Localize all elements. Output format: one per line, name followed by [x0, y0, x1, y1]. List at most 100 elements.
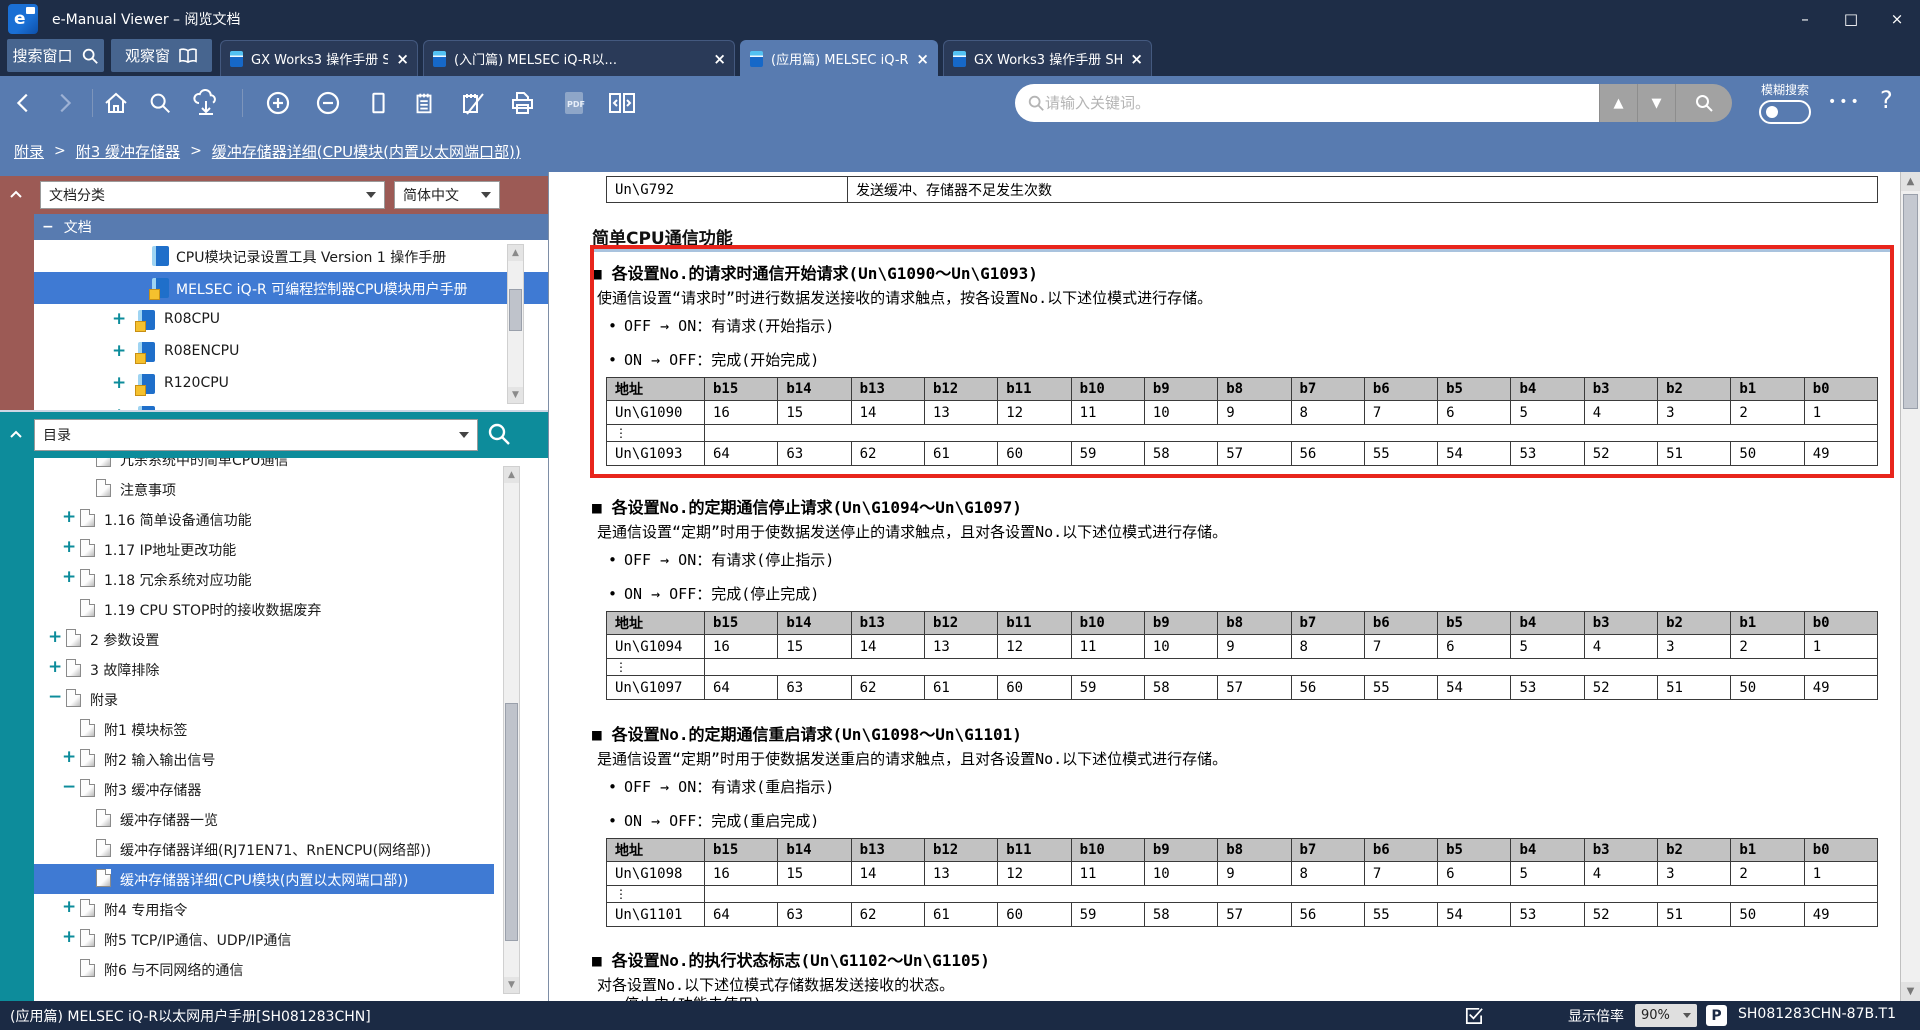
section-body: 是通信设置“定期”时用于使数据发送重启的请求触点，且对各设置No.以下述位模式进… — [597, 748, 1227, 769]
split-view-button[interactable] — [606, 88, 638, 118]
toc-tree-item[interactable]: +2 参数设置 — [34, 624, 548, 654]
document-tab[interactable]: (应用篇) MELSEC iQ-R以...× — [740, 40, 938, 76]
toc-tree-item[interactable]: 1.19 CPU STOP时的接收数据废弃 — [34, 594, 548, 624]
doc-tree-item[interactable]: +R120CPU — [34, 368, 548, 400]
toc-tree-item[interactable]: +附5 TCP/IP通信、UDP/IP通信 — [34, 924, 548, 954]
document-tab[interactable]: GX Works3 操作手册 SH0...× — [943, 40, 1152, 76]
expander-icon[interactable]: + — [62, 928, 76, 946]
search-next-button[interactable]: ▼ — [1637, 84, 1675, 122]
scroll-down-icon[interactable]: ▼ — [1901, 982, 1920, 1001]
document-tab[interactable]: GX Works3 操作手册 SH0...× — [220, 40, 418, 76]
close-button[interactable]: × — [1874, 0, 1920, 38]
help-button[interactable]: ? — [1880, 86, 1893, 114]
toc-tree-item[interactable]: 冗余系统中的简单CPU通信 — [34, 458, 548, 474]
expander-icon[interactable]: + — [62, 538, 76, 556]
toc-tree-item[interactable]: −附3 缓冲存储器 — [34, 774, 548, 804]
expander-icon[interactable]: − — [48, 688, 62, 706]
collapse-panel-icon[interactable] — [10, 430, 22, 439]
expander-icon[interactable]: + — [62, 508, 76, 526]
download-check-icon[interactable] — [1463, 1005, 1484, 1026]
doc-tree-item[interactable]: CPU模块记录设置工具 Version 1 操作手册 — [34, 240, 548, 272]
notes-button[interactable] — [408, 88, 440, 118]
home-button[interactable] — [100, 88, 132, 118]
scroll-up-icon[interactable]: ▲ — [1901, 172, 1920, 191]
minimize-button[interactable]: – — [1782, 0, 1828, 38]
breadcrumb-link[interactable]: 缓冲存储器详细(CPU模块(内置以太网端口部)) — [212, 141, 521, 162]
expander-icon[interactable]: + — [48, 628, 62, 646]
scrollbar-thumb[interactable] — [1903, 194, 1918, 409]
breadcrumb-link[interactable]: 附录 — [14, 141, 44, 162]
tab-close-icon[interactable]: × — [396, 50, 409, 68]
expander-icon[interactable]: + — [62, 748, 76, 766]
print-button[interactable] — [506, 88, 538, 118]
zoom-in-button[interactable] — [262, 88, 294, 118]
cloud-download-icon[interactable] — [190, 88, 222, 118]
toc-tree-item[interactable]: +1.17 IP地址更改功能 — [34, 534, 548, 564]
maximize-button[interactable]: □ — [1828, 0, 1874, 38]
toc-tree-item[interactable]: +1.18 冗余系统对应功能 — [34, 564, 548, 594]
toc-tree-item[interactable]: +附2 输入输出信号 — [34, 744, 548, 774]
search-page-button[interactable] — [144, 88, 176, 118]
toc-tree-item[interactable]: 缓冲存储器详细(CPU模块(内置以太网端口部)) — [34, 864, 494, 894]
keyword-search-input[interactable] — [1045, 94, 1599, 112]
expander-icon[interactable]: + — [62, 568, 76, 586]
page-icon — [96, 809, 111, 827]
more-options-button[interactable]: ••• — [1828, 94, 1862, 110]
edit-note-button[interactable] — [456, 88, 488, 118]
toc-search-button[interactable] — [486, 421, 512, 447]
toc-tree-item[interactable]: +附4 专用指令 — [34, 894, 548, 924]
document-tab[interactable]: (入门篇) MELSEC iQ-R以...× — [423, 40, 735, 76]
toc-tree-item[interactable]: 注意事项 — [34, 474, 548, 504]
breadcrumb-link[interactable]: 附3 缓冲存储器 — [76, 141, 180, 162]
collapse-panel-icon[interactable] — [10, 190, 22, 199]
toc-tree-item[interactable]: 缓冲存储器详细(RJ71EN71、RnENCPU(网络部)) — [34, 834, 548, 864]
zoom-out-button[interactable] — [312, 88, 344, 118]
toc-tree-item[interactable]: 缓冲存储器一览 — [34, 804, 548, 834]
tab-close-icon[interactable]: × — [916, 50, 929, 68]
fuzzy-search-toggle[interactable] — [1759, 100, 1811, 124]
expander-icon[interactable]: + — [112, 374, 126, 392]
zoom-select[interactable]: 90% — [1635, 1004, 1697, 1027]
search-prev-button[interactable]: ▲ — [1599, 84, 1637, 122]
table-header-cell: b10 — [1071, 839, 1144, 862]
scroll-down-icon[interactable]: ▼ — [508, 387, 523, 403]
scrollbar-thumb[interactable] — [509, 289, 522, 331]
toc-tree-item[interactable]: 附1 模块标签 — [34, 714, 548, 744]
doc-tree-root[interactable]: − 文档 — [34, 214, 548, 240]
expander-icon[interactable]: − — [62, 778, 76, 796]
tab-close-icon[interactable]: × — [713, 50, 726, 68]
expander-icon[interactable]: + — [112, 342, 126, 360]
doc-category-dropdown[interactable]: 文档分类 — [40, 181, 385, 209]
toc-tree-item[interactable]: −附录 — [34, 684, 548, 714]
content-scrollbar[interactable]: ▲ ▼ — [1900, 172, 1920, 1001]
toc-tree-item[interactable]: 附6 与不同网络的通信 — [34, 954, 548, 984]
toc-scrollbar[interactable]: ▲ ▼ — [503, 466, 520, 994]
doc-tree-item[interactable]: MELSEC iQ-R 可编程控制器CPU模块用户手册 — [34, 272, 548, 304]
tab-close-icon[interactable]: × — [1130, 50, 1143, 68]
scroll-up-icon[interactable]: ▲ — [504, 467, 519, 483]
toc-tree-item[interactable]: +1.16 简单设备通信功能 — [34, 504, 548, 534]
window-title: e-Manual Viewer – 阅览文档 — [52, 9, 240, 29]
doc-tree-scrollbar[interactable]: ▲ ▼ — [507, 244, 524, 404]
doc-tree-item[interactable]: +R08CPU — [34, 304, 548, 336]
expander-icon[interactable]: + — [62, 898, 76, 916]
expander-icon[interactable]: + — [112, 310, 126, 328]
scroll-up-icon[interactable]: ▲ — [508, 245, 523, 261]
language-dropdown[interactable]: 简体中文 — [394, 181, 500, 209]
watch-window-button[interactable]: 观察窗 — [111, 39, 212, 72]
back-button[interactable] — [8, 88, 40, 118]
bookmark-button[interactable] — [362, 88, 394, 118]
doc-tree-item[interactable]: + — [34, 400, 548, 410]
search-window-button[interactable]: 搜索窗口 — [7, 39, 104, 72]
forward-button[interactable] — [48, 88, 80, 118]
search-go-button[interactable] — [1675, 84, 1732, 122]
table-cell: 14 — [851, 635, 924, 659]
expander-icon[interactable]: + — [48, 658, 62, 676]
scroll-down-icon[interactable]: ▼ — [504, 977, 519, 993]
collapse-icon[interactable]: − — [42, 219, 54, 235]
scrollbar-thumb[interactable] — [505, 703, 518, 941]
doc-tree-item[interactable]: +R08ENCPU — [34, 336, 548, 368]
toc-tree-item[interactable]: +3 故障排除 — [34, 654, 548, 684]
toc-dropdown[interactable]: 目录 — [34, 419, 478, 451]
pdf-icon[interactable]: PDF — [558, 88, 590, 118]
